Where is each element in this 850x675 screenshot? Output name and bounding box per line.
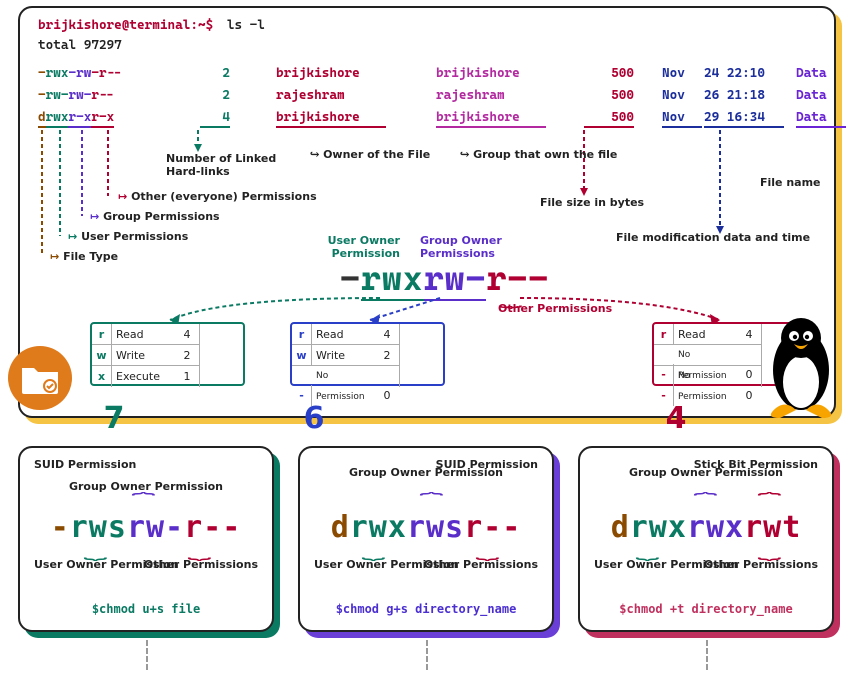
label-file-type: ↦ File Type: [50, 250, 118, 263]
brace-icon: ⏟: [499, 288, 523, 309]
card-bot-r: Other Permissions: [144, 558, 258, 571]
group-name: brijkishore: [436, 110, 546, 128]
label-group-owner-perm: Group Owner Permissions: [420, 234, 520, 260]
terminal-prompt: brijkishore@terminal:~$ ls -l: [38, 18, 265, 33]
ls-total-line: total 97297: [38, 38, 122, 53]
ls-row: -rwx-rw-r-- 2 brijkishore brijkishore 50…: [38, 66, 828, 86]
card-title: SUID Permission: [34, 458, 136, 471]
octal-sum: 7: [92, 387, 136, 451]
folder-badge-icon: [8, 346, 72, 410]
file-size: 500: [584, 66, 634, 81]
octal-sum: 4: [654, 387, 698, 451]
link-count: 2: [200, 88, 230, 103]
perm-string: drwxr-xr-x: [38, 110, 148, 125]
stickybit-card: Group Owner Permission Stick Bit Permiss…: [578, 446, 834, 632]
tux-penguin-icon: [756, 310, 846, 420]
sgid-card: Group Owner Permission SUID Permission ⏞…: [298, 446, 554, 632]
label-group: ↪ Group that own the file: [460, 148, 617, 161]
label-mtime: File modification data and time: [616, 231, 810, 244]
card-top-r: Stick Bit Permission: [694, 458, 818, 471]
octal-card-group: rRead4 wWrite2 -No Permission0 6: [290, 322, 445, 386]
connector-stub: [426, 640, 428, 670]
ls-row: -rw-rw-r-- 2 rajeshram rajeshram 500 Nov…: [38, 88, 828, 108]
owner-name: brijkishore: [276, 110, 386, 128]
group-name: brijkishore: [436, 66, 546, 81]
owner-name: brijkishore: [276, 66, 386, 81]
suid-card: SUID Permission Group Owner Permission ⏞…: [18, 446, 274, 632]
connector-lines: [20, 8, 838, 268]
perm-string: drwxrwxrwt: [580, 510, 832, 545]
file-name: Data: [796, 110, 846, 128]
file-name: Data: [796, 88, 846, 103]
card-top-r: SUID Permission: [436, 458, 538, 471]
card-command: $chmod g+s directory_name: [300, 602, 552, 616]
day-time: 24 22:10: [704, 66, 784, 81]
connector-stub: [146, 640, 148, 670]
month: Nov: [662, 88, 702, 103]
label-other-perm: ↦ Other (everyone) Permissions: [118, 190, 317, 203]
owner-name: rajeshram: [276, 88, 386, 103]
octal-sum: 6: [292, 387, 336, 451]
group-name: rajeshram: [436, 88, 546, 103]
perm-string: -rwsrw-r--: [20, 510, 272, 545]
prompt-userhost: brijkishore@terminal:~$: [38, 18, 213, 33]
ls-row: drwxr-xr-x 4 brijkishore brijkishore 500…: [38, 110, 828, 130]
perm-string: -rw-rw-r--: [38, 88, 148, 103]
link-count: 2: [200, 66, 230, 81]
octal-card-user: rRead4 wWrite2 xExecute1 7: [90, 322, 245, 386]
link-count: 4: [200, 110, 230, 128]
label-user-perm: ↦ User Permissions: [68, 230, 188, 243]
label-owner: ↪ Owner of the File: [310, 148, 430, 161]
label-hardlinks: Number of Linked Hard-links: [166, 152, 286, 178]
prompt-command: ls -l: [227, 18, 265, 33]
month: Nov: [662, 110, 702, 128]
card-bot-r: Other Permissions: [704, 558, 818, 571]
connector-stub: [706, 640, 708, 670]
label-group-perm: ↦ Group Permissions: [90, 210, 220, 223]
file-size: 500: [584, 88, 634, 103]
perm-string: drwxrwsr--: [300, 510, 552, 545]
card-command: $chmod u+s file: [20, 602, 272, 616]
perm-string: -rwx-rw-r--: [38, 66, 148, 81]
month: Nov: [662, 66, 702, 81]
label-fname: File name: [760, 176, 821, 189]
ls-explainer-card: brijkishore@terminal:~$ ls -l total 9729…: [18, 6, 836, 418]
day-time: 26 21:18: [704, 88, 784, 103]
label-size: File size in bytes: [540, 196, 644, 209]
day-time: 29 16:34: [704, 110, 784, 128]
file-size: 500: [584, 110, 634, 128]
label-user-owner-perm: User Owner Permission: [320, 234, 400, 260]
file-name: Data: [796, 66, 846, 81]
card-bot-r: Other Permissions: [424, 558, 538, 571]
card-command: $chmod +t directory_name: [580, 602, 832, 616]
